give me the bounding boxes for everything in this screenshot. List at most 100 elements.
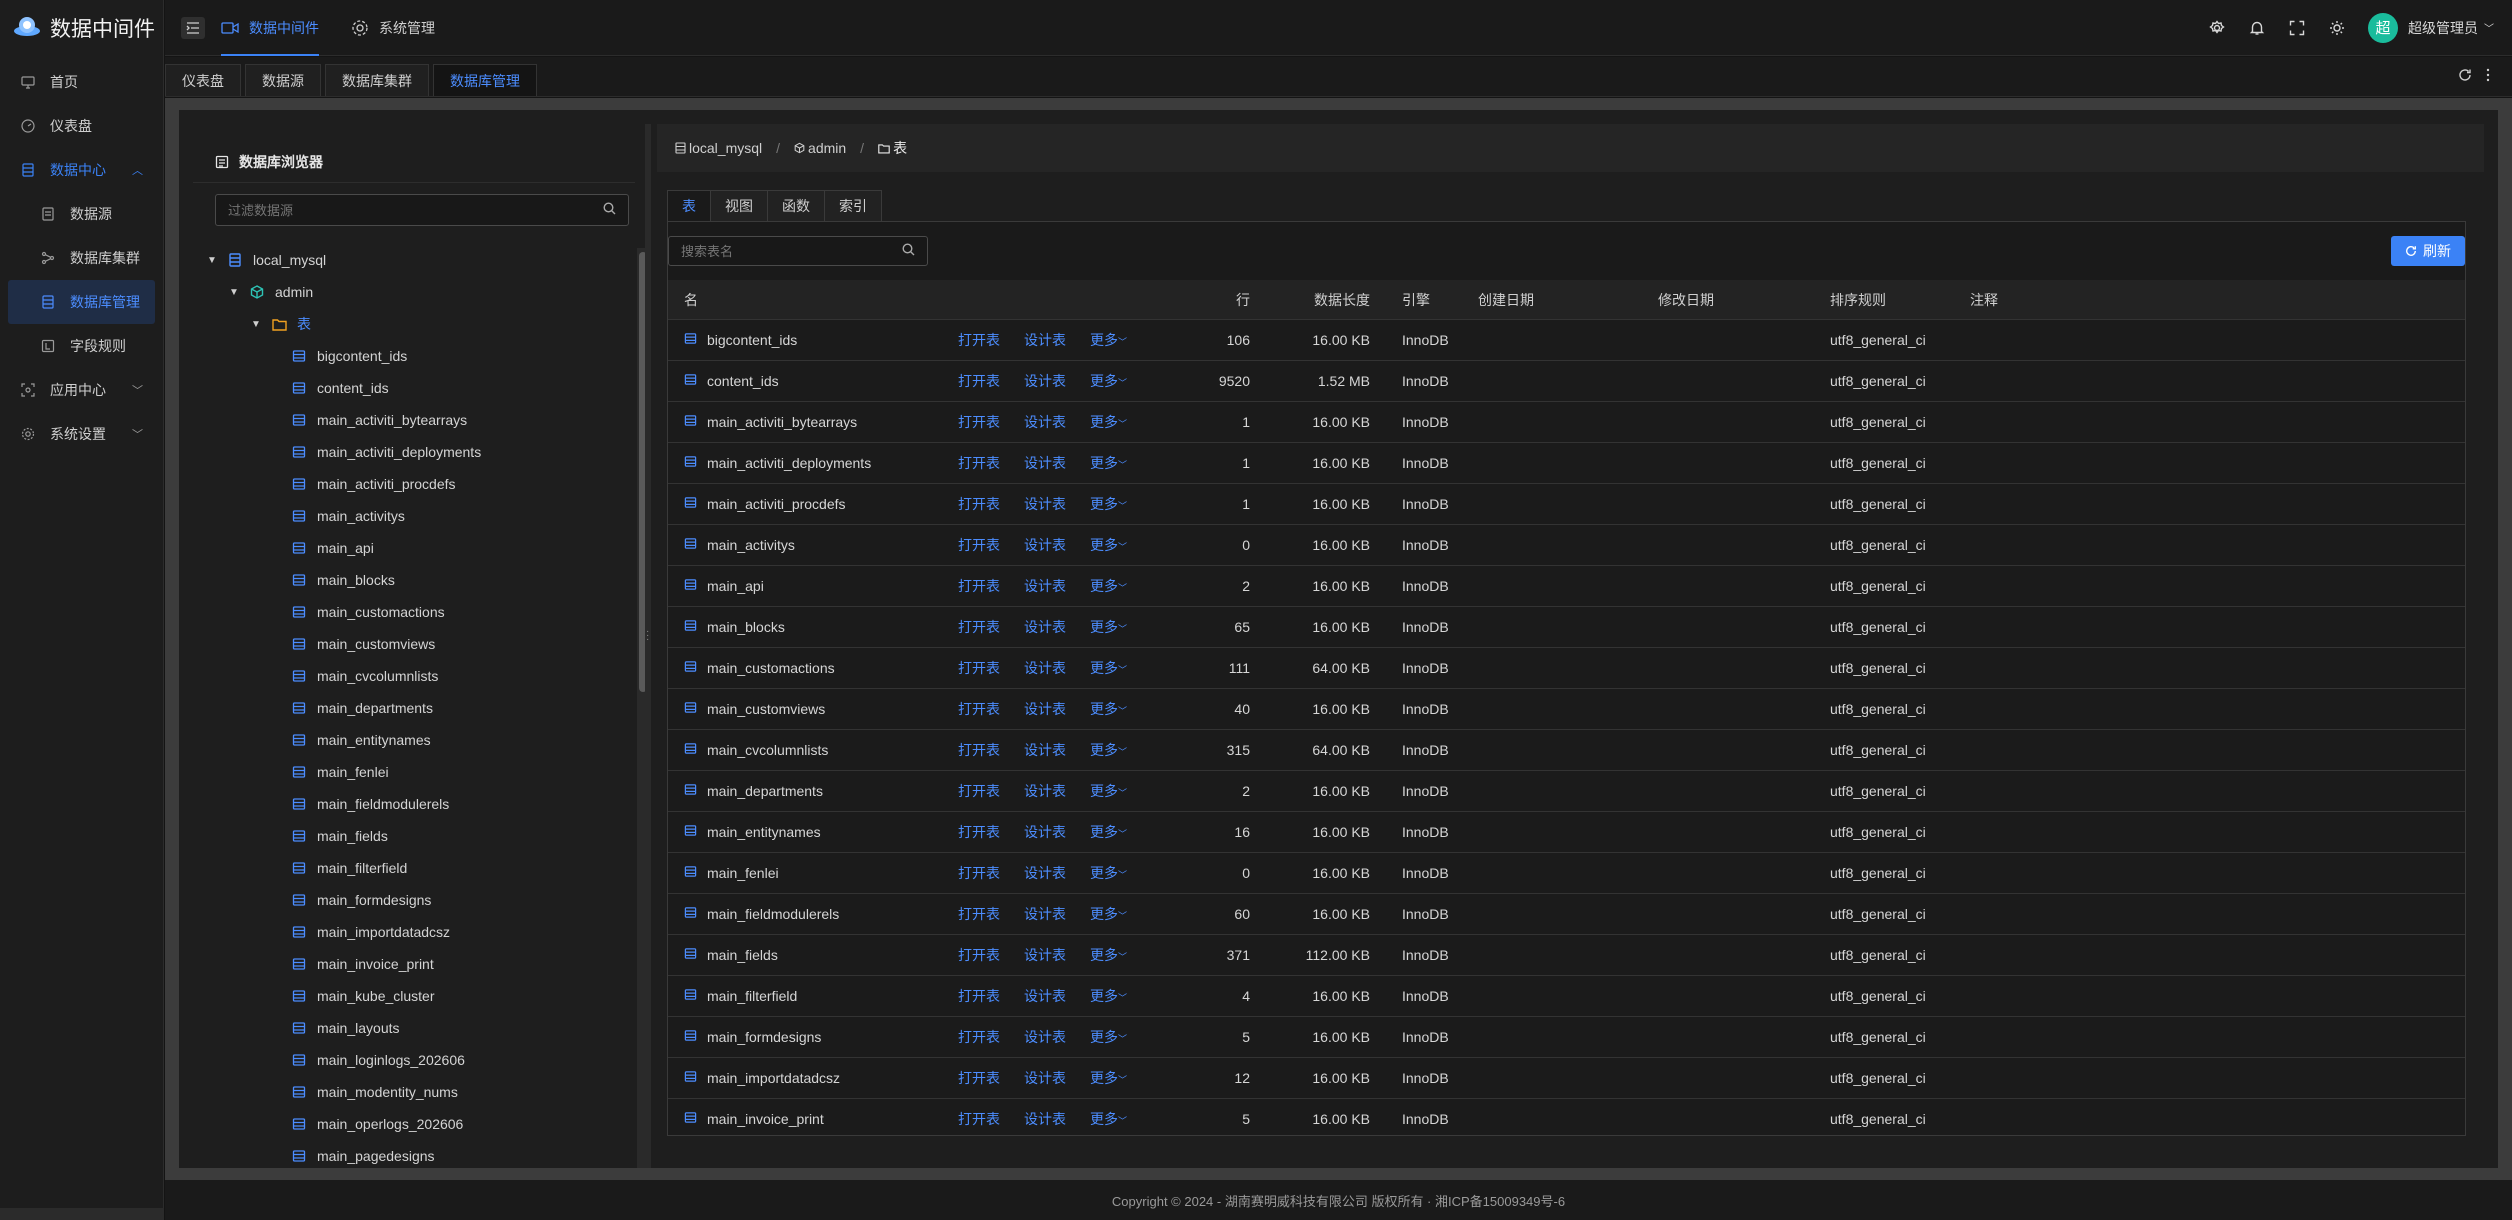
refresh-button[interactable]: 刷新 xyxy=(2391,236,2465,266)
design-table-link[interactable]: 设计表 xyxy=(1024,822,1066,842)
more-actions-link[interactable]: 更多﹀ xyxy=(1090,1068,1127,1088)
table-row[interactable]: main_blocks 打开表 设计表 更多﹀ 65 16.00 KB InnoDB utf8… xyxy=(668,607,2465,648)
open-table-link[interactable]: 打开表 xyxy=(958,371,1000,391)
col-header-comment[interactable]: 注释 xyxy=(1970,290,2465,310)
tree-node-table[interactable]: main_api xyxy=(207,532,607,564)
cell-name[interactable]: main_cvcolumnlists xyxy=(668,742,958,758)
cell-name[interactable]: main_activiti_deployments xyxy=(668,455,958,471)
caret-down-icon[interactable]: ▼ xyxy=(251,319,261,330)
table-row[interactable]: main_fields 打开表 设计表 更多﹀ 371 112.00 KB InnoDB ut… xyxy=(668,935,2465,976)
open-table-link[interactable]: 打开表 xyxy=(958,494,1000,514)
settings-icon[interactable] xyxy=(2208,19,2226,37)
page-tab-dashboard[interactable]: 仪表盘 xyxy=(165,64,241,96)
sidebar-item-db-manage[interactable]: 数据库管理 xyxy=(8,280,155,324)
more-actions-link[interactable]: 更多﹀ xyxy=(1090,658,1127,678)
tree-node-table[interactable]: main_fenlei xyxy=(207,756,607,788)
open-table-link[interactable]: 打开表 xyxy=(958,412,1000,432)
design-table-link[interactable]: 设计表 xyxy=(1024,945,1066,965)
col-header-collation[interactable]: 排序规则 xyxy=(1830,290,1970,310)
cell-name[interactable]: main_activiti_bytearrays xyxy=(668,414,958,430)
pane-splitter[interactable] xyxy=(645,124,651,1168)
tree-node-table[interactable]: main_customviews xyxy=(207,628,607,660)
sidebar-item-field-rules[interactable]: 字段规则 xyxy=(0,324,163,368)
search-icon[interactable] xyxy=(902,242,915,260)
tree-node-table[interactable]: main_operlogs_202606 xyxy=(207,1108,607,1140)
avatar[interactable]: 超 xyxy=(2368,12,2398,43)
page-tab-datasource[interactable]: 数据源 xyxy=(245,64,321,96)
tree-node-schema[interactable]: ▼ admin xyxy=(207,276,607,308)
caret-down-icon[interactable]: ▼ xyxy=(207,255,217,266)
tree-node-table[interactable]: main_layouts xyxy=(207,1012,607,1044)
cell-name[interactable]: main_api xyxy=(668,578,958,594)
sidebar-item-dashboard[interactable]: 仪表盘 xyxy=(0,104,163,148)
col-header-name[interactable]: 名 xyxy=(668,290,958,310)
more-actions-link[interactable]: 更多﹀ xyxy=(1090,740,1127,760)
more-actions-link[interactable]: 更多﹀ xyxy=(1090,535,1127,555)
col-header-created[interactable]: 创建日期 xyxy=(1470,290,1650,310)
tree-node-table[interactable]: main_blocks xyxy=(207,564,607,596)
cell-name[interactable]: main_filterfield xyxy=(668,988,958,1004)
design-table-link[interactable]: 设计表 xyxy=(1024,904,1066,924)
design-table-link[interactable]: 设计表 xyxy=(1024,330,1066,350)
col-header-modified[interactable]: 修改日期 xyxy=(1650,290,1830,310)
design-table-link[interactable]: 设计表 xyxy=(1024,863,1066,883)
tree-node-table[interactable]: main_invoice_print xyxy=(207,948,607,980)
sidebar-item-system-settings[interactable]: 系统设置 ﹀ xyxy=(0,412,163,456)
sidebar-item-data-center[interactable]: 数据中心 ︿ xyxy=(0,148,163,192)
tree-node-table[interactable]: content_ids xyxy=(207,372,607,404)
design-table-link[interactable]: 设计表 xyxy=(1024,412,1066,432)
design-table-link[interactable]: 设计表 xyxy=(1024,576,1066,596)
open-table-link[interactable]: 打开表 xyxy=(958,904,1000,924)
design-table-link[interactable]: 设计表 xyxy=(1024,371,1066,391)
table-row[interactable]: main_activiti_bytearrays 打开表 设计表 更多﹀ 1 16.00 … xyxy=(668,402,2465,443)
sun-icon[interactable] xyxy=(2328,19,2346,37)
tree-node-table[interactable]: main_entitynames xyxy=(207,724,607,756)
sidebar-item-app-center[interactable]: 应用中心 ﹀ xyxy=(0,368,163,412)
reload-icon[interactable] xyxy=(2458,68,2472,86)
more-actions-link[interactable]: 更多﹀ xyxy=(1090,1027,1127,1047)
tree-node-table[interactable]: main_activiti_procdefs xyxy=(207,468,607,500)
more-actions-link[interactable]: 更多﹀ xyxy=(1090,412,1127,432)
design-table-link[interactable]: 设计表 xyxy=(1024,617,1066,637)
tree-node-table[interactable]: main_filterfield xyxy=(207,852,607,884)
table-row[interactable]: main_fenlei 打开表 设计表 更多﹀ 0 16.00 KB InnoDB utf8_… xyxy=(668,853,2465,894)
page-tab-db-cluster[interactable]: 数据库集群 xyxy=(325,64,429,96)
tree-node-table[interactable]: main_activiti_bytearrays xyxy=(207,404,607,436)
cell-name[interactable]: main_invoice_print xyxy=(668,1111,958,1127)
datasource-filter-input[interactable] xyxy=(228,202,603,218)
cell-name[interactable]: main_activitys xyxy=(668,537,958,553)
cell-name[interactable]: main_fields xyxy=(668,947,958,963)
collapse-sidebar-button[interactable] xyxy=(181,16,205,39)
tree-node-table[interactable]: main_activiti_deployments xyxy=(207,436,607,468)
tree-node-table[interactable]: bigcontent_ids xyxy=(207,340,607,372)
more-vertical-icon[interactable] xyxy=(2486,68,2490,86)
tab-functions[interactable]: 函数 xyxy=(767,190,825,222)
open-table-link[interactable]: 打开表 xyxy=(958,330,1000,350)
search-icon[interactable] xyxy=(603,202,616,218)
table-search-input[interactable] xyxy=(681,243,902,259)
more-actions-link[interactable]: 更多﹀ xyxy=(1090,699,1127,719)
table-row[interactable]: main_invoice_print 打开表 设计表 更多﹀ 5 16.00 KB Inno… xyxy=(668,1099,2465,1135)
table-row[interactable]: main_filterfield 打开表 设计表 更多﹀ 4 16.00 KB InnoDB… xyxy=(668,976,2465,1017)
more-actions-link[interactable]: 更多﹀ xyxy=(1090,371,1127,391)
tree-node-table[interactable]: main_customactions xyxy=(207,596,607,628)
tree-node-table[interactable]: main_fields xyxy=(207,820,607,852)
page-tab-db-manage[interactable]: 数据库管理 xyxy=(433,64,537,96)
sidebar-item-home[interactable]: 首页 xyxy=(0,60,163,104)
design-table-link[interactable]: 设计表 xyxy=(1024,1109,1066,1129)
top-tab-system-management[interactable]: 系统管理 xyxy=(335,0,451,56)
table-row[interactable]: main_departments 打开表 设计表 更多﹀ 2 16.00 KB InnoDB… xyxy=(668,771,2465,812)
more-actions-link[interactable]: 更多﹀ xyxy=(1090,453,1127,473)
open-table-link[interactable]: 打开表 xyxy=(958,576,1000,596)
table-row[interactable]: main_entitynames 打开表 设计表 更多﹀ 16 16.00 KB InnoD… xyxy=(668,812,2465,853)
cell-name[interactable]: main_importdatadcsz xyxy=(668,1070,958,1086)
cell-name[interactable]: main_formdesigns xyxy=(668,1029,958,1045)
table-row[interactable]: main_activitys 打开表 设计表 更多﹀ 0 16.00 KB InnoDB ut… xyxy=(668,525,2465,566)
design-table-link[interactable]: 设计表 xyxy=(1024,453,1066,473)
tree-node-tables-folder[interactable]: ▼ 表 xyxy=(207,308,607,340)
table-row[interactable]: bigcontent_ids 打开表 设计表 更多﹀ 106 16.00 KB InnoDB… xyxy=(668,320,2465,361)
table-row[interactable]: main_api 打开表 设计表 更多﹀ 2 16.00 KB InnoDB utf8_gen… xyxy=(668,566,2465,607)
open-table-link[interactable]: 打开表 xyxy=(958,535,1000,555)
cell-name[interactable]: main_customviews xyxy=(668,701,958,717)
design-table-link[interactable]: 设计表 xyxy=(1024,494,1066,514)
